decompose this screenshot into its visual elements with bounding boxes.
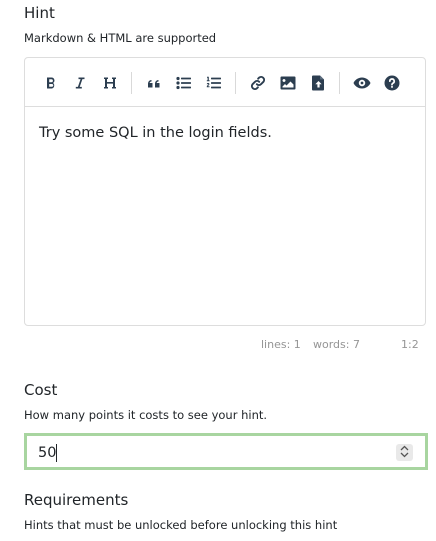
eye-icon bbox=[353, 77, 371, 89]
file-upload-button[interactable] bbox=[305, 70, 331, 96]
link-icon bbox=[250, 75, 266, 91]
cost-input[interactable]: 50 bbox=[24, 433, 428, 470]
toolbar-separator bbox=[235, 72, 236, 94]
bold-icon bbox=[44, 76, 58, 90]
heading-button[interactable] bbox=[97, 70, 123, 96]
unordered-list-icon bbox=[176, 76, 192, 90]
toolbar-separator bbox=[131, 72, 132, 94]
ordered-list-icon bbox=[206, 76, 222, 90]
preview-button[interactable] bbox=[349, 70, 375, 96]
heading-icon bbox=[103, 76, 117, 90]
question-circle-icon bbox=[384, 75, 400, 91]
spinner-arrows-icon bbox=[400, 443, 409, 462]
hint-label: Hint bbox=[24, 4, 55, 22]
bold-button[interactable] bbox=[38, 70, 64, 96]
ordered-list-button[interactable] bbox=[201, 70, 227, 96]
image-button[interactable] bbox=[275, 70, 301, 96]
requirements-label: Requirements bbox=[24, 491, 129, 509]
quote-icon bbox=[147, 76, 161, 90]
help-button[interactable] bbox=[379, 70, 405, 96]
cost-value: 50 bbox=[38, 445, 57, 461]
quote-button[interactable] bbox=[141, 70, 167, 96]
number-spinner[interactable] bbox=[396, 444, 413, 461]
link-button[interactable] bbox=[245, 70, 271, 96]
italic-button[interactable] bbox=[67, 70, 93, 96]
text-caret bbox=[56, 444, 57, 462]
requirements-help-text: Hints that must be unlocked before unloc… bbox=[24, 518, 338, 532]
status-cursor-position: 1:2 bbox=[401, 338, 419, 351]
image-icon bbox=[280, 76, 296, 90]
editor-content[interactable]: Try some SQL in the login fields. bbox=[39, 124, 272, 142]
cost-label: Cost bbox=[24, 381, 58, 399]
file-upload-icon bbox=[311, 75, 325, 91]
hint-help-text: Markdown & HTML are supported bbox=[24, 31, 217, 45]
italic-icon bbox=[73, 76, 87, 90]
toolbar-separator bbox=[339, 72, 340, 94]
status-words: words: 7 bbox=[313, 338, 360, 351]
cost-help-text: How many points it costs to see your hin… bbox=[24, 408, 268, 422]
unordered-list-button[interactable] bbox=[171, 70, 197, 96]
status-lines: lines: 1 bbox=[261, 338, 301, 351]
markdown-editor[interactable]: Try some SQL in the login fields. bbox=[24, 57, 426, 326]
editor-toolbar bbox=[25, 58, 425, 107]
